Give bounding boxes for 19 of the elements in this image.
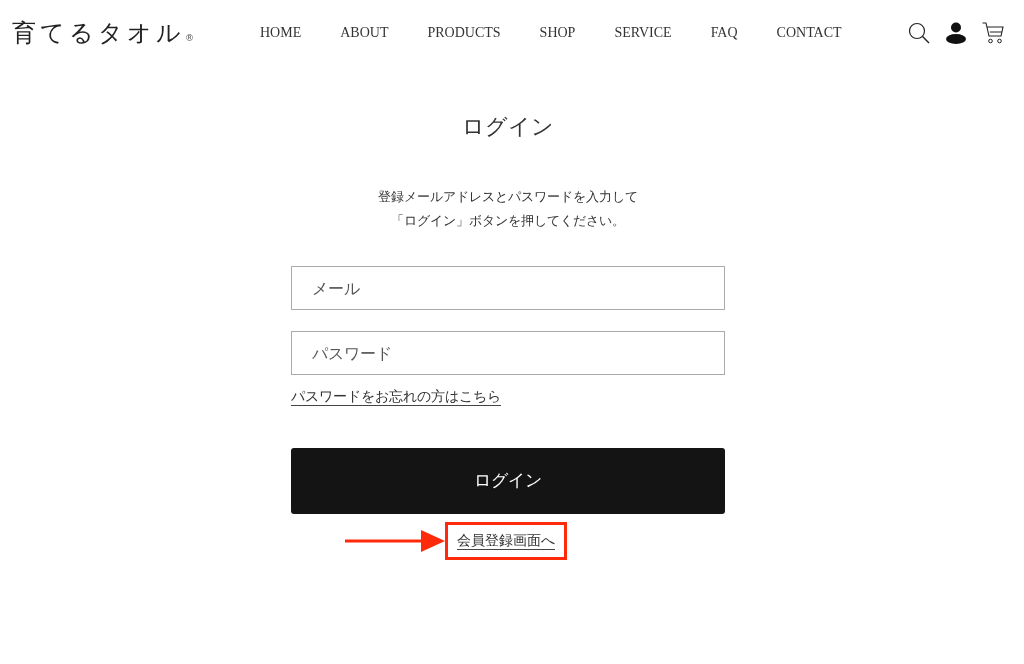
nav-link[interactable]: CONTACT [776,23,842,43]
nav-link[interactable]: HOME [260,23,302,43]
input-field[interactable]: メール [291,266,725,310]
logo-text[interactable]: 育てるタオル [12,18,185,48]
nav-link[interactable]: PRODUCTS [427,23,501,43]
nav-link[interactable]: SERVICE [614,23,672,43]
registered-mark: ® [185,32,194,44]
instructions-text: 登録メールアドレスとパスワードを入力して 「ログイン」ボタンを押してください。 [377,188,639,230]
input-field[interactable]: パスワード [291,331,725,375]
user-icon[interactable] [946,22,966,44]
nav-link[interactable]: FAQ [710,23,738,43]
cart-icon[interactable] [982,22,1004,44]
forgot-password-link[interactable]: パスワードをお忘れの方はこちら [291,386,501,406]
login-button[interactable]: ログイン [291,448,725,514]
nav-link[interactable]: ABOUT [340,23,389,43]
search-icon[interactable] [908,22,930,44]
page-title: ログイン [461,113,555,141]
nav-link[interactable]: SHOP [539,23,576,43]
register-link[interactable]: 会員登録画面へ [457,530,555,550]
